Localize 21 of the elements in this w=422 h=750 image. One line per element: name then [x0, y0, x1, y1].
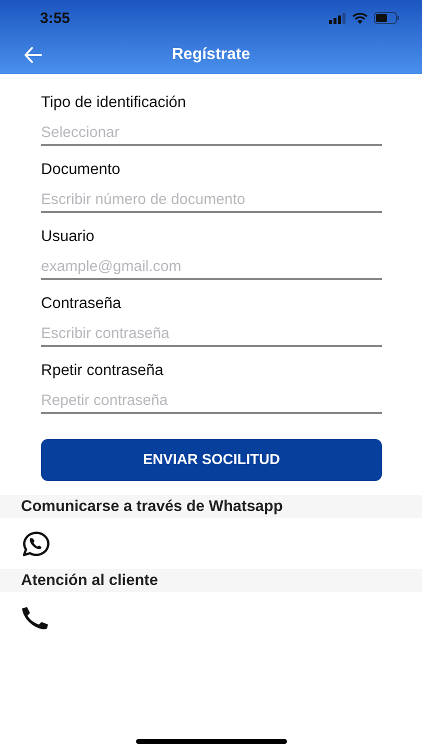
input-field[interactable]: Escribir contraseña: [41, 314, 382, 347]
whatsapp-icon[interactable]: [20, 530, 50, 557]
field-label: Usuario: [41, 227, 96, 247]
submit-button[interactable]: ENVIAR SOCILITUD: [41, 439, 382, 481]
section-header: Comunicarse a través de Whatsapp: [0, 495, 422, 518]
field-label: Rpetir contraseña: [41, 361, 164, 381]
input-field[interactable]: Repetir contraseña: [41, 381, 382, 414]
field-label: Documento: [41, 160, 122, 180]
phone-icon[interactable]: [20, 606, 50, 630]
input-field[interactable]: example@gmail.com: [41, 247, 382, 280]
wifi-icon: [352, 12, 368, 24]
screen-title: Regístrate: [172, 46, 250, 64]
battery-icon: [374, 12, 400, 24]
section-header: Atención al cliente: [0, 569, 422, 592]
input-field[interactable]: Seleccionar: [41, 113, 382, 146]
field-label: Contraseña: [41, 294, 122, 314]
input-field[interactable]: Escribir número de documento: [41, 180, 382, 213]
signal-icon: [329, 12, 346, 24]
field-label: Tipo de identificación: [41, 93, 188, 113]
back-arrow-icon[interactable]: [24, 46, 42, 64]
status-time: 3:55: [40, 10, 70, 26]
